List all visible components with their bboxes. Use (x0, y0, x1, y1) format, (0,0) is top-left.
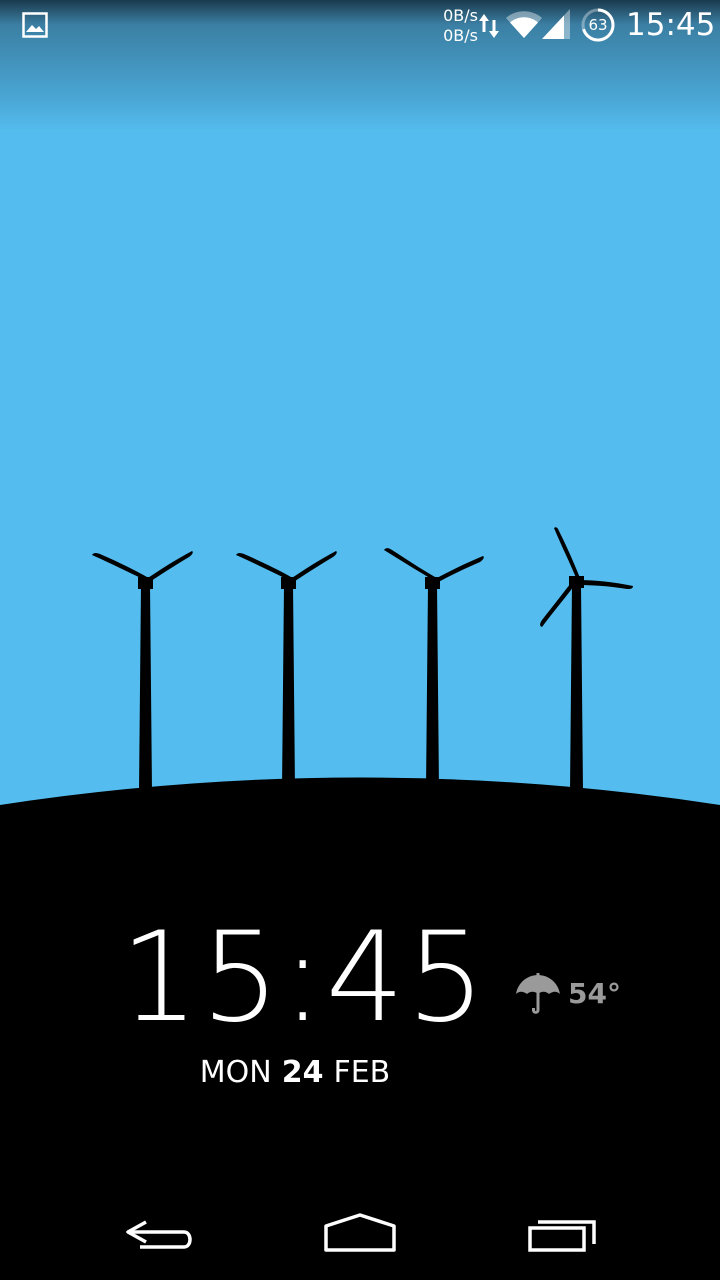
status-bar: 0B/s 0B/s 63 15:45 (0, 0, 720, 50)
sky (0, 0, 720, 820)
recents-icon[interactable] (512, 1200, 612, 1270)
lockscreen-clock: 15:45 (120, 906, 488, 1050)
net-speed-up: 0B/s (443, 6, 478, 25)
back-icon[interactable] (110, 1200, 210, 1270)
umbrella-icon (516, 973, 560, 1014)
data-transfer-arrows-icon (479, 14, 499, 38)
battery-level: 63 (588, 16, 608, 34)
net-speed-down: 0B/s (443, 26, 478, 45)
status-time: 15:45 (626, 7, 716, 43)
date-weekday: MON (199, 1055, 272, 1090)
lock-screen: 0B/s 0B/s 63 15:45 15:45 MON 24 FEB 54° (0, 0, 720, 1280)
lockscreen-date: MON 24 FEB (160, 1052, 430, 1094)
home-icon[interactable] (310, 1200, 410, 1270)
cell-signal-icon (542, 9, 570, 39)
wifi-icon (506, 11, 542, 38)
date-day: 24 (281, 1055, 324, 1090)
navigation-bar (0, 1190, 720, 1280)
weather-temperature: 54° (568, 977, 621, 1010)
network-speed: 0B/s 0B/s (434, 6, 478, 46)
date-month: FEB (333, 1055, 391, 1090)
image-notification-icon[interactable] (22, 12, 48, 38)
